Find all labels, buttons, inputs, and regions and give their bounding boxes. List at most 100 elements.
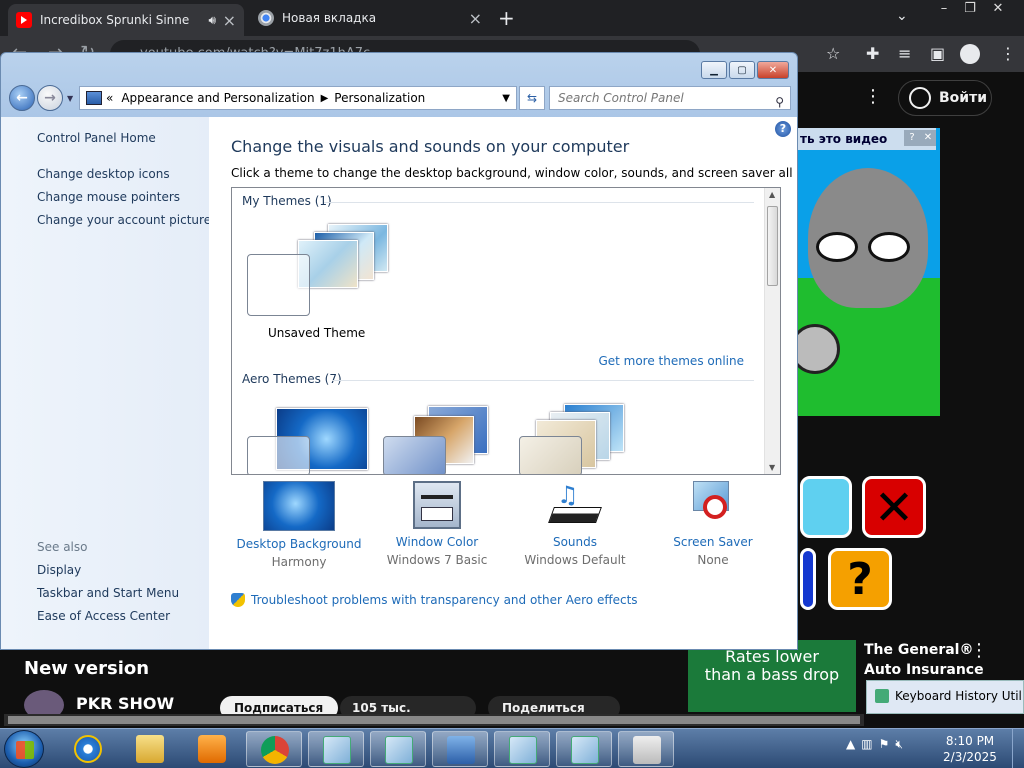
ad-image[interactable]: Rates lower than a bass drop xyxy=(688,640,856,712)
game-button-x[interactable]: ✕ xyxy=(862,476,926,538)
speaker-icon[interactable]: 🔊︎ xyxy=(208,13,216,28)
display-link[interactable]: Display xyxy=(37,563,81,577)
taskbar-app-2[interactable] xyxy=(370,731,426,767)
scrollbar-thumb[interactable] xyxy=(767,206,778,286)
game-button[interactable] xyxy=(800,476,852,538)
sounds-label[interactable]: Sounds xyxy=(505,535,645,549)
keyboard-history-label: Keyboard History Utility xyxy=(895,689,1024,703)
extensions-icon[interactable]: ✚ xyxy=(866,44,879,63)
ease-of-access-link[interactable]: Ease of Access Center xyxy=(37,609,170,623)
taskbar-start-menu-link[interactable]: Taskbar and Start Menu xyxy=(37,586,179,600)
desktop-background-option[interactable]: Desktop Background Harmony xyxy=(229,481,369,569)
change-desktop-icons-link[interactable]: Change desktop icons xyxy=(37,167,170,181)
taskbar-control-panel[interactable] xyxy=(432,731,488,767)
piano-keys-icon xyxy=(548,507,602,523)
control-panel-home-link[interactable]: Control Panel Home xyxy=(37,131,156,145)
maximize-button[interactable]: ▢ xyxy=(729,61,755,79)
tab-new[interactable]: Новая вкладка × xyxy=(250,4,490,32)
taskbar-app-1[interactable] xyxy=(308,731,364,767)
video-player[interactable] xyxy=(796,128,940,416)
horizontal-scrollbar[interactable] xyxy=(4,714,864,726)
chevron-down-icon[interactable]: ⌄ xyxy=(896,8,908,24)
chevron-right-icon[interactable]: ▶ xyxy=(321,93,329,104)
more-icon[interactable]: ⋮ xyxy=(970,640,988,661)
clock-date: 2/3/2025 xyxy=(943,750,997,764)
sounds-option[interactable]: ♫ Sounds Windows Default xyxy=(505,481,645,567)
ad-title[interactable]: The General® Auto Insurance xyxy=(864,640,984,680)
help-icon[interactable]: ? xyxy=(904,130,920,146)
screen-saver-option[interactable]: Screen Saver None xyxy=(643,481,783,567)
login-button[interactable]: Войти xyxy=(898,80,992,116)
chevron-down-icon[interactable]: ▼ xyxy=(502,93,510,104)
checkmark-app-icon xyxy=(571,736,599,764)
breadcrumb-overflow[interactable]: « xyxy=(106,91,113,105)
taskbar-app-3[interactable] xyxy=(494,731,550,767)
change-account-picture-link[interactable]: Change your account picture xyxy=(37,213,211,227)
menu-icon[interactable]: ⋮ xyxy=(1000,44,1016,63)
show-desktop-button[interactable] xyxy=(1012,729,1024,768)
star-icon[interactable]: ☆ xyxy=(826,44,840,63)
browser-tab-strip: Incredibox Sprunki Sinner Ed 🔊︎ × Новая … xyxy=(0,0,1024,36)
forward-button[interactable]: → xyxy=(37,85,63,111)
troubleshoot-link[interactable]: Troubleshoot problems with transparency … xyxy=(231,593,638,607)
minimize-icon[interactable]: – xyxy=(930,0,958,20)
system-tray: ▲ ▥ ⚑ 🔇︎ xyxy=(846,737,903,752)
restore-icon[interactable]: ❐ xyxy=(956,0,984,20)
refresh-button[interactable]: ⇆ xyxy=(519,86,545,110)
close-button[interactable]: ✕ xyxy=(757,61,789,79)
taskbar-ie[interactable] xyxy=(60,731,116,767)
close-icon[interactable]: ✕ xyxy=(984,0,1012,20)
get-more-themes-link[interactable]: Get more themes online xyxy=(598,354,744,368)
back-button[interactable]: ← xyxy=(9,85,35,111)
clock[interactable]: 8:10 PM 2/3/2025 xyxy=(940,733,1000,765)
search-icon[interactable]: ⚲ xyxy=(775,91,784,113)
breadcrumb[interactable]: « Appearance and Personalization ▶ Perso… xyxy=(79,86,517,110)
taskbar-app-5[interactable] xyxy=(618,731,674,767)
theme-thumbnail xyxy=(247,436,310,474)
ad-title-line: The General® xyxy=(864,642,974,658)
profile-icon[interactable] xyxy=(960,44,980,64)
search-input[interactable]: Search Control Panel ⚲ xyxy=(549,86,791,110)
volume-muted-icon[interactable]: 🔇︎ xyxy=(895,737,903,752)
keyboard-history-window[interactable]: Keyboard History Utility xyxy=(866,680,1024,714)
breadcrumb-item-personalization[interactable]: Personalization xyxy=(334,91,425,105)
window-color-label[interactable]: Window Color xyxy=(367,535,507,549)
minimize-button[interactable]: ▁ xyxy=(701,61,727,79)
new-tab-icon[interactable]: + xyxy=(498,6,515,30)
close-tab-icon[interactable]: × xyxy=(223,11,236,30)
vertical-scrollbar[interactable]: ▲ ▼ xyxy=(764,188,780,474)
music-note-icon: ♫ xyxy=(557,481,579,509)
taskbar-chrome[interactable] xyxy=(246,731,302,767)
breadcrumb-item-appearance[interactable]: Appearance and Personalization xyxy=(121,91,314,105)
start-button[interactable] xyxy=(4,730,44,768)
game-button[interactable] xyxy=(800,548,816,610)
help-icon[interactable]: ? xyxy=(775,121,791,137)
scroll-up-icon[interactable]: ▲ xyxy=(769,190,775,199)
tab-youtube[interactable]: Incredibox Sprunki Sinner Ed 🔊︎ × xyxy=(8,4,244,36)
desktop-background-value: Harmony xyxy=(271,555,327,569)
window-color-option[interactable]: Window Color Windows 7 Basic xyxy=(367,481,507,567)
channel-name[interactable]: PKR SHOW xyxy=(76,694,174,713)
change-mouse-pointers-link[interactable]: Change mouse pointers xyxy=(37,190,180,204)
troubleshoot-label: Troubleshoot problems with transparency … xyxy=(251,593,638,607)
chevron-up-icon[interactable]: ▲ xyxy=(846,737,855,752)
flag-icon[interactable]: ⚑ xyxy=(879,737,890,752)
application-icon xyxy=(633,736,661,764)
character-eye xyxy=(868,232,910,262)
sidepanel-icon[interactable]: ▣ xyxy=(930,44,945,63)
close-icon[interactable]: ✕ xyxy=(920,130,936,146)
taskbar-explorer[interactable] xyxy=(122,731,178,767)
taskbar-media-player[interactable] xyxy=(184,731,240,767)
close-tab-icon[interactable]: × xyxy=(469,9,482,28)
taskbar-app-4[interactable] xyxy=(556,731,612,767)
game-button-question[interactable]: ? xyxy=(828,548,892,610)
desktop-background-label[interactable]: Desktop Background xyxy=(229,537,369,551)
media-icon[interactable]: ≡ xyxy=(898,44,911,63)
more-icon[interactable]: ⋮ xyxy=(864,86,882,107)
recent-pages-dropdown-icon[interactable]: ▼ xyxy=(67,94,73,103)
theme-list[interactable]: My Themes (1) Unsaved Theme Get more the… xyxy=(231,187,781,475)
screen-saver-label[interactable]: Screen Saver xyxy=(643,535,783,549)
network-icon[interactable]: ▥ xyxy=(861,737,872,752)
scrollbar-thumb[interactable] xyxy=(8,716,860,724)
scroll-down-icon[interactable]: ▼ xyxy=(769,463,775,472)
